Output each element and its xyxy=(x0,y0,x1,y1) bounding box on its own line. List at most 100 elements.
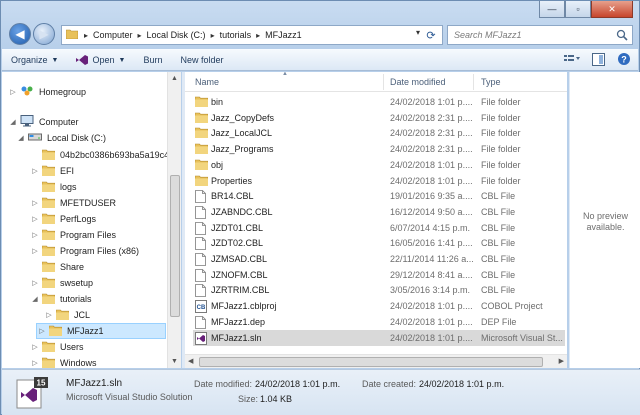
chevron-down-icon: ▼ xyxy=(118,56,126,64)
folder-icon xyxy=(41,197,56,210)
scroll-up-icon[interactable]: ▲ xyxy=(171,75,178,82)
organize-button[interactable]: Organize ▼ xyxy=(2,50,67,70)
collapsed-arrow-icon[interactable]: ▷ xyxy=(30,199,40,207)
file-type: File folder xyxy=(481,112,521,123)
open-button[interactable]: Open ▼ xyxy=(67,50,134,70)
breadcrumb-local-disk[interactable]: Local Disk (C:) xyxy=(147,30,206,40)
file-date-modified: 6/07/2014 4:15 p.m. xyxy=(390,222,471,233)
navigation-scrollbar[interactable]: ▲ ▼ xyxy=(167,72,181,368)
file-row[interactable]: JZABNDC.CBL 16/12/2014 9:50 a.... CBL File xyxy=(193,204,565,220)
nav-item-perflogs[interactable]: ▷ PerfLogs xyxy=(30,211,96,227)
file-row[interactable]: obj 24/02/2018 1:01 p.... File folder xyxy=(193,157,565,173)
collapsed-arrow-icon[interactable]: ▷ xyxy=(8,88,18,96)
nav-item-windows[interactable]: ▷ Windows xyxy=(30,355,97,368)
column-header-date[interactable]: Date modified xyxy=(390,77,446,87)
file-row[interactable]: JZNOFM.CBL 29/12/2014 8:41 a.... CBL File xyxy=(193,267,565,283)
visual-studio-solution-icon: 15 xyxy=(14,376,48,409)
file-row[interactable]: MFJazz1.sln 24/02/2018 1:01 p.... Microsof… xyxy=(193,329,565,346)
file-row[interactable]: Jazz_Programs 24/02/2018 2:31 p.... File f… xyxy=(193,141,565,157)
address-bar[interactable]: ▸ Computer ▸ Local Disk (C:) ▸ tutorials… xyxy=(61,25,443,45)
folder-icon xyxy=(48,325,63,338)
nav-item-tutorials[interactable]: ◢ tutorials xyxy=(30,291,92,307)
horizontal-scrollbar[interactable]: ◀ ▶ xyxy=(185,354,567,368)
breadcrumb-computer[interactable]: Computer xyxy=(93,30,133,40)
nav-item-local-disk-c[interactable]: ◢ Local Disk (C:) xyxy=(16,130,106,146)
nav-item-mfetduser[interactable]: ▷ MFETDUSER xyxy=(30,195,116,211)
nav-item-label: PerfLogs xyxy=(60,214,97,224)
file-row[interactable]: Jazz_CopyDefs 24/02/2018 2:31 p.... File f… xyxy=(193,110,565,126)
breadcrumb-tutorials[interactable]: tutorials xyxy=(220,30,252,40)
nav-item-program-files[interactable]: ▷ Program Files xyxy=(30,227,116,243)
file-row[interactable]: Jazz_LocalJCL 24/02/2018 2:31 p.... File f… xyxy=(193,125,565,141)
nav-item-jcl[interactable]: ▷ JCL xyxy=(44,307,90,323)
folder-icon xyxy=(41,149,56,162)
close-button[interactable]: ✕ xyxy=(591,1,633,18)
file-row[interactable]: JZMSAD.CBL 22/11/2014 11:26 a... CBL File xyxy=(193,251,565,267)
collapsed-arrow-icon[interactable]: ▷ xyxy=(30,215,40,223)
scrollbar-thumb[interactable] xyxy=(199,357,543,367)
back-button[interactable]: ◀ xyxy=(9,23,31,45)
new-folder-button[interactable]: New folder xyxy=(171,50,232,70)
file-row[interactable]: CB MFJazz1.cblproj 24/02/2018 1:01 p.... CO… xyxy=(193,298,565,314)
minimize-button[interactable]: — xyxy=(539,1,565,18)
folder-icon xyxy=(55,309,70,322)
maximize-button[interactable]: ▫ xyxy=(565,1,591,18)
open-label: Open xyxy=(92,55,115,65)
nav-item-homegroup[interactable]: ▷ Homegroup xyxy=(8,84,86,100)
file-name: bin xyxy=(211,97,224,107)
scroll-right-icon[interactable]: ▶ xyxy=(559,357,564,365)
scroll-down-icon[interactable]: ▼ xyxy=(171,358,178,365)
search-input[interactable]: Search MFJazz1 xyxy=(447,25,633,45)
file-row[interactable]: bin 24/02/2018 1:01 p.... File folder xyxy=(193,94,565,110)
column-divider[interactable] xyxy=(473,74,474,90)
collapsed-arrow-icon[interactable]: ▷ xyxy=(30,247,40,255)
file-row[interactable]: JZRTRIM.CBL 3/05/2016 3:14 p.m. CBL File xyxy=(193,282,565,298)
folder-icon xyxy=(41,165,56,178)
collapsed-arrow-icon[interactable]: ▷ xyxy=(44,311,54,319)
expanded-arrow-icon[interactable]: ◢ xyxy=(30,295,40,303)
nav-item-mfjazz1[interactable]: ▷ MFJazz1 xyxy=(36,323,166,339)
scrollbar-thumb[interactable] xyxy=(170,175,180,317)
file-row[interactable]: JZDT02.CBL 16/05/2016 1:41 p.... CBL File xyxy=(193,235,565,251)
folder-icon xyxy=(194,112,209,125)
column-header-type[interactable]: Type xyxy=(481,77,501,87)
nav-item-users[interactable]: ▷ Users xyxy=(30,339,84,355)
breadcrumb-mfjazz1[interactable]: MFJazz1 xyxy=(265,30,302,40)
nav-item-swsetup[interactable]: ▷ swsetup xyxy=(30,275,93,291)
expanded-arrow-icon[interactable]: ◢ xyxy=(16,134,26,142)
collapsed-arrow-icon[interactable]: ▷ xyxy=(30,359,40,367)
nav-item-efi[interactable]: ▷ EFI xyxy=(30,163,74,179)
breadcrumb-separator-icon: ▸ xyxy=(256,30,261,40)
collapsed-arrow-icon[interactable]: ▷ xyxy=(30,343,40,351)
file-row[interactable]: JZDT01.CBL 6/07/2014 4:15 p.m. CBL File xyxy=(193,220,565,236)
preview-pane-icon xyxy=(591,52,605,68)
collapsed-arrow-icon[interactable]: ▷ xyxy=(30,167,40,175)
preview-pane-button[interactable] xyxy=(590,52,606,68)
help-button[interactable]: ? xyxy=(616,52,632,68)
file-date-modified: 24/02/2018 2:31 p.... xyxy=(390,144,473,155)
folder-icon xyxy=(194,143,209,156)
collapsed-arrow-icon[interactable]: ▷ xyxy=(30,279,40,287)
nav-item-logs[interactable]: logs xyxy=(30,179,77,195)
change-view-button[interactable] xyxy=(564,52,580,68)
column-header-name[interactable]: Name xyxy=(195,77,219,87)
nav-item-share[interactable]: Share xyxy=(30,259,84,275)
collapsed-arrow-icon[interactable]: ▷ xyxy=(37,327,47,335)
file-row[interactable]: BR14.CBL 19/01/2016 9:35 a.... CBL File xyxy=(193,188,565,204)
file-name: Jazz_LocalJCL xyxy=(211,128,273,139)
nav-item-computer[interactable]: ◢ Computer xyxy=(8,114,79,130)
file-row[interactable]: MFJazz1.dep 24/02/2018 1:01 p.... DEP File xyxy=(193,314,565,330)
refresh-icon[interactable]: ⟳ xyxy=(423,28,439,42)
file-row[interactable]: Properties 24/02/2018 1:01 p.... File fold… xyxy=(193,173,565,189)
address-dropdown-icon[interactable]: ▾ xyxy=(416,28,420,37)
expanded-arrow-icon[interactable]: ◢ xyxy=(8,118,18,126)
column-divider[interactable] xyxy=(383,74,384,90)
forward-button[interactable]: ▶ xyxy=(33,23,55,45)
collapsed-arrow-icon[interactable]: ▷ xyxy=(30,231,40,239)
burn-button[interactable]: Burn xyxy=(134,50,171,70)
details-pane: 15 MFJazz1.sln Microsoft Visual Studio S… xyxy=(2,369,640,415)
scroll-left-icon[interactable]: ◀ xyxy=(188,357,193,365)
nav-item-program-files-x86[interactable]: ▷ Program Files (x86) xyxy=(30,243,139,259)
command-bar: Organize ▼ Open ▼ Burn New folder ? xyxy=(2,49,638,71)
nav-item-04b2bc0386b693ba5a19c407b[interactable]: 04b2bc0386b693ba5a19c407b xyxy=(30,147,167,163)
